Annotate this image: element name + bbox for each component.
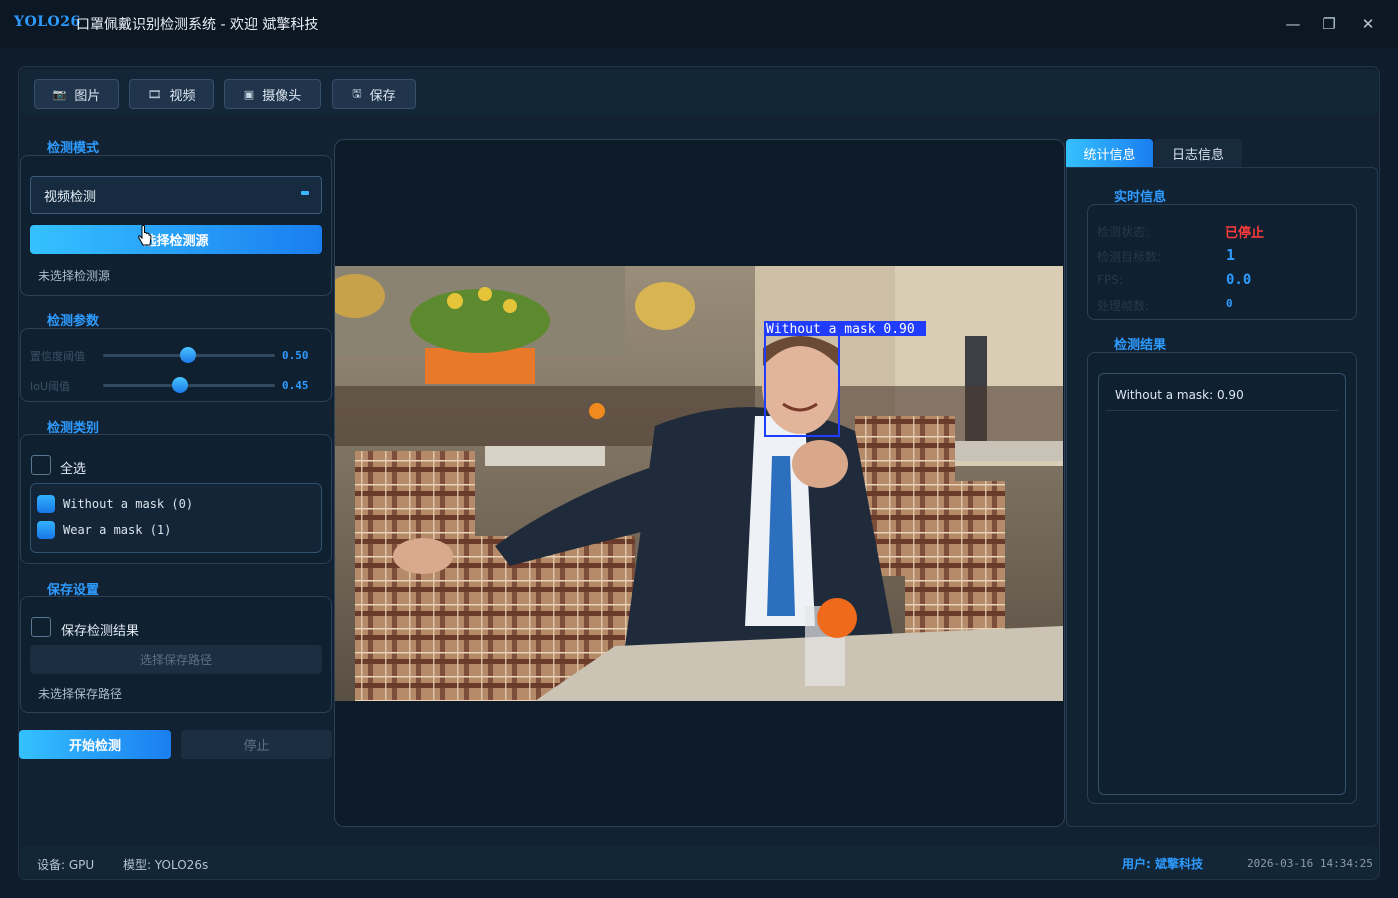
class-checkbox-wear-mask[interactable] [37, 521, 55, 539]
mouse-cursor-icon [137, 225, 153, 246]
realtime-section-title: 实时信息 [1114, 190, 1167, 205]
maximize-icon: ❐ [1322, 15, 1336, 33]
datetime: 2026-03-16 14:34:25 [1247, 857, 1373, 870]
status-value: 已停止 [1225, 226, 1265, 241]
source-status: 未选择检测源 [38, 269, 111, 283]
mode-select[interactable]: 视频检测 [30, 176, 322, 214]
detection-label: Without a mask 0.90 [766, 322, 915, 337]
window-title: 口罩佩戴识别检测系统 - 欢迎 斌擎科技 [76, 17, 319, 33]
scene-image: Without a mask 0.90 [335, 266, 1063, 701]
results-section-title: 检测结果 [1114, 338, 1167, 353]
class-label-without-mask: Without a mask (0) [63, 497, 194, 511]
confidence-value: 0.50 [282, 349, 309, 362]
select-all-checkbox[interactable] [31, 455, 51, 475]
save-button[interactable]: 🖫 保存 [332, 79, 416, 109]
fps-value: 0.0 [1226, 272, 1252, 288]
confidence-slider-handle[interactable] [180, 347, 196, 363]
close-icon: ✕ [1361, 15, 1375, 33]
start-detection-button[interactable]: 开始检测 [19, 730, 171, 759]
result-item-text: Without a mask: 0.90 [1115, 388, 1244, 402]
save-icon: 🖫 [352, 86, 362, 100]
confidence-label: 置信度阈值 [30, 350, 85, 363]
minimize-icon: — [1285, 15, 1301, 33]
app-logo: YOLO26 [14, 14, 81, 30]
mode-section-title: 检测模式 [47, 141, 100, 156]
webcam-icon: ▣ [243, 87, 255, 101]
image-button[interactable]: 📷 图片 [34, 79, 119, 109]
iou-slider[interactable] [103, 384, 275, 387]
choose-path-button[interactable]: 选择保存路径 [30, 645, 322, 674]
status-label: 检测状态: [1097, 225, 1150, 239]
stop-button[interactable]: 停止 [181, 730, 332, 759]
tab-logs[interactable]: 日志信息 [1154, 139, 1242, 167]
tab-statistics[interactable]: 统计信息 [1066, 139, 1153, 167]
camera-icon: 📷 [52, 87, 67, 101]
save-results-label: 保存检测结果 [61, 624, 140, 639]
close-button[interactable]: ✕ [1356, 12, 1380, 36]
film-icon: 🎞 [147, 87, 162, 101]
webcam-button[interactable]: ▣ 摄像头 [224, 79, 321, 109]
video-frame: Without a mask 0.90 [335, 266, 1063, 701]
select-source-button[interactable]: 选择检测源 [30, 225, 322, 254]
fps-label: FPS: [1097, 273, 1123, 287]
dropdown-icon [301, 191, 309, 195]
user-info: 用户: 斌擎科技 [1122, 857, 1203, 871]
maximize-button[interactable]: ❐ [1317, 12, 1341, 36]
iou-slider-handle[interactable] [172, 377, 188, 393]
frames-value: 0 [1226, 297, 1233, 310]
model-info: 模型: YOLO26s [123, 858, 209, 872]
select-all-label: 全选 [60, 462, 87, 477]
path-status: 未选择保存路径 [38, 687, 123, 701]
target-count-label: 检测目标数: [1097, 250, 1162, 264]
class-label-wear-mask: Wear a mask (1) [63, 523, 172, 537]
iou-label: IoU阈值 [30, 380, 71, 393]
class-list [30, 483, 322, 553]
params-section-title: 检测参数 [47, 314, 100, 329]
minimize-button[interactable]: — [1281, 12, 1305, 36]
frames-label: 处理帧数: [1097, 299, 1150, 313]
device-info: 设备: GPU [37, 858, 95, 872]
iou-value: 0.45 [282, 379, 309, 392]
target-count-value: 1 [1226, 246, 1236, 264]
save-results-checkbox[interactable] [31, 617, 51, 637]
results-list [1098, 373, 1346, 795]
class-checkbox-without-mask[interactable] [37, 495, 55, 513]
video-button[interactable]: 🎞 视频 [129, 79, 214, 109]
